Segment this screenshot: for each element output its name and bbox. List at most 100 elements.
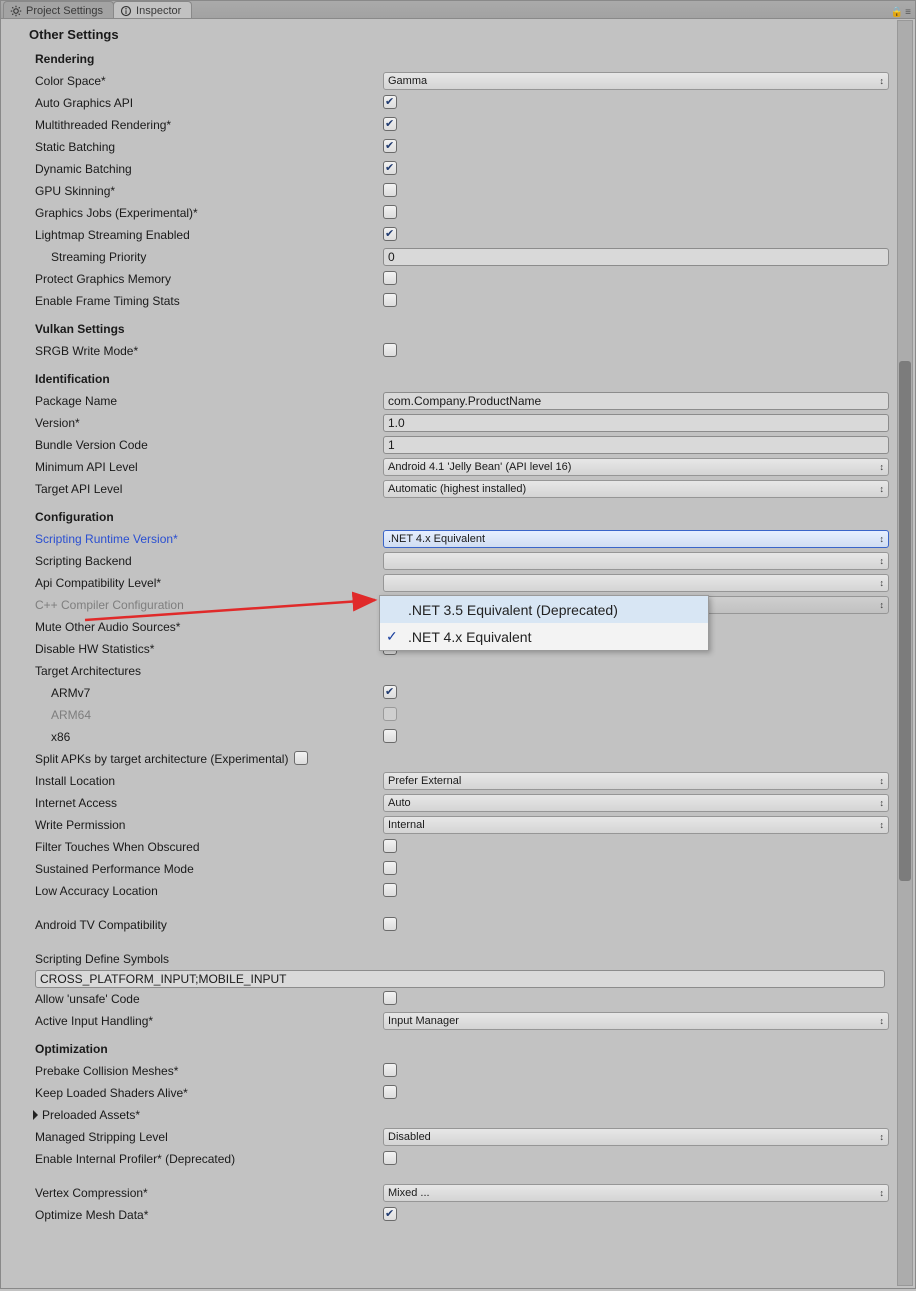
checkbox-enable-frame-timing[interactable]: [383, 293, 397, 307]
tab-inspector[interactable]: Inspector: [113, 1, 192, 18]
checkbox-android-tv[interactable]: [383, 917, 397, 931]
check-icon: ✓: [386, 628, 398, 645]
checkbox-keep-loaded-shaders[interactable]: [383, 1085, 397, 1099]
label-version: Version*: [21, 416, 383, 430]
checkbox-lightmap-streaming[interactable]: [383, 227, 397, 241]
label-cpp-compiler: C++ Compiler Configuration: [21, 598, 383, 612]
checkbox-gpu-skinning[interactable]: [383, 183, 397, 197]
select-color-space[interactable]: Gamma: [383, 72, 889, 90]
tab-label: Project Settings: [26, 5, 103, 17]
info-icon: [120, 5, 132, 17]
section-optimization: Optimization: [35, 1042, 893, 1056]
select-active-input[interactable]: Input Manager: [383, 1012, 889, 1030]
checkbox-protect-graphics-memory[interactable]: [383, 271, 397, 285]
checkbox-split-apks[interactable]: [294, 751, 308, 765]
label-android-tv: Android TV Compatibility: [21, 918, 383, 932]
select-write-permission[interactable]: Internal: [383, 816, 889, 834]
select-internet-access[interactable]: Auto: [383, 794, 889, 812]
label-managed-stripping: Managed Stripping Level: [21, 1130, 383, 1144]
lock-icon[interactable]: 🔒: [891, 7, 903, 18]
menu-icon[interactable]: ≡: [905, 7, 911, 18]
input-bundle-version-code[interactable]: 1: [383, 436, 889, 454]
checkbox-multithreaded[interactable]: [383, 117, 397, 131]
select-api-compat[interactable]: [383, 574, 889, 592]
select-scripting-backend[interactable]: [383, 552, 889, 570]
label-scripting-runtime: Scripting Runtime Version*: [21, 532, 383, 546]
label-gpu-skinning: GPU Skinning*: [21, 184, 383, 198]
gear-icon: [10, 5, 22, 17]
section-other-settings: Other Settings: [29, 27, 893, 42]
checkbox-x86[interactable]: [383, 729, 397, 743]
label-api-compat: Api Compatibility Level*: [21, 576, 383, 590]
label-scripting-defines: Scripting Define Symbols: [21, 952, 383, 966]
label-static-batching: Static Batching: [21, 140, 383, 154]
section-vulkan: Vulkan Settings: [35, 322, 893, 336]
label-preloaded-assets: Preloaded Assets*: [42, 1108, 140, 1122]
label-allow-unsafe: Allow 'unsafe' Code: [21, 992, 383, 1006]
label-mute-other-audio: Mute Other Audio Sources*: [21, 620, 383, 634]
label-write-permission: Write Permission: [21, 818, 383, 832]
checkbox-enable-internal-profiler[interactable]: [383, 1151, 397, 1165]
label-disable-hw: Disable HW Statistics*: [21, 642, 383, 656]
label-dynamic-batching: Dynamic Batching: [21, 162, 383, 176]
label-install-location: Install Location: [21, 774, 383, 788]
label-target-arch: Target Architectures: [21, 664, 383, 678]
label-auto-graphics-api: Auto Graphics API: [21, 96, 383, 110]
label-split-apks: Split APKs by target architecture (Exper…: [21, 752, 294, 766]
triangle-right-icon: [33, 1110, 38, 1120]
label-bundle-version-code: Bundle Version Code: [21, 438, 383, 452]
label-filter-touches: Filter Touches When Obscured: [21, 840, 383, 854]
label-x86: x86: [21, 730, 383, 744]
label-target-api: Target API Level: [21, 482, 383, 496]
label-lightmap-streaming: Lightmap Streaming Enabled: [21, 228, 383, 242]
label-streaming-priority: Streaming Priority: [21, 250, 383, 264]
label-enable-internal-profiler: Enable Internal Profiler* (Deprecated): [21, 1152, 383, 1166]
label-vertex-compression: Vertex Compression*: [21, 1186, 383, 1200]
checkbox-filter-touches[interactable]: [383, 839, 397, 853]
select-install-location[interactable]: Prefer External: [383, 772, 889, 790]
select-min-api[interactable]: Android 4.1 'Jelly Bean' (API level 16): [383, 458, 889, 476]
label-active-input: Active Input Handling*: [21, 1014, 383, 1028]
dropdown-scripting-runtime[interactable]: .NET 3.5 Equivalent (Deprecated) ✓.NET 4…: [379, 595, 709, 651]
select-target-api[interactable]: Automatic (highest installed): [383, 480, 889, 498]
checkbox-prebake-collision[interactable]: [383, 1063, 397, 1077]
section-identification: Identification: [35, 372, 893, 386]
checkbox-graphics-jobs[interactable]: [383, 205, 397, 219]
label-keep-loaded-shaders: Keep Loaded Shaders Alive*: [21, 1086, 383, 1100]
checkbox-auto-graphics-api[interactable]: [383, 95, 397, 109]
select-managed-stripping[interactable]: Disabled: [383, 1128, 889, 1146]
vertical-scrollbar[interactable]: [897, 20, 913, 1286]
checkbox-optimize-mesh-data[interactable]: [383, 1207, 397, 1221]
section-rendering: Rendering: [35, 52, 893, 66]
tab-project-settings[interactable]: Project Settings: [3, 1, 114, 18]
label-enable-frame-timing: Enable Frame Timing Stats: [21, 294, 383, 308]
select-scripting-runtime[interactable]: .NET 4.x Equivalent: [383, 530, 889, 548]
dropdown-item-net4x[interactable]: ✓.NET 4.x Equivalent: [380, 623, 708, 650]
checkbox-dynamic-batching[interactable]: [383, 161, 397, 175]
checkbox-sustained-perf[interactable]: [383, 861, 397, 875]
checkbox-srgb-write-mode[interactable]: [383, 343, 397, 357]
section-configuration: Configuration: [35, 510, 893, 524]
label-internet-access: Internet Access: [21, 796, 383, 810]
label-color-space: Color Space*: [21, 74, 383, 88]
checkbox-static-batching[interactable]: [383, 139, 397, 153]
foldout-preloaded-assets[interactable]: Preloaded Assets*: [19, 1108, 381, 1122]
label-low-accuracy: Low Accuracy Location: [21, 884, 383, 898]
tab-label: Inspector: [136, 5, 181, 17]
select-vertex-compression[interactable]: Mixed ...: [383, 1184, 889, 1202]
input-scripting-defines[interactable]: CROSS_PLATFORM_INPUT;MOBILE_INPUT: [35, 970, 885, 988]
input-streaming-priority[interactable]: 0: [383, 248, 889, 266]
label-prebake-collision: Prebake Collision Meshes*: [21, 1064, 383, 1078]
label-arm64: ARM64: [21, 708, 383, 722]
checkbox-low-accuracy[interactable]: [383, 883, 397, 897]
checkbox-armv7[interactable]: [383, 685, 397, 699]
checkbox-allow-unsafe[interactable]: [383, 991, 397, 1005]
input-version[interactable]: 1.0: [383, 414, 889, 432]
scrollbar-thumb[interactable]: [899, 361, 911, 881]
label-protect-graphics-memory: Protect Graphics Memory: [21, 272, 383, 286]
input-package-name[interactable]: com.Company.ProductName: [383, 392, 889, 410]
dropdown-item-label: .NET 3.5 Equivalent (Deprecated): [408, 602, 618, 618]
dropdown-item-net35[interactable]: .NET 3.5 Equivalent (Deprecated): [380, 596, 708, 623]
label-armv7: ARMv7: [21, 686, 383, 700]
label-sustained-perf: Sustained Performance Mode: [21, 862, 383, 876]
